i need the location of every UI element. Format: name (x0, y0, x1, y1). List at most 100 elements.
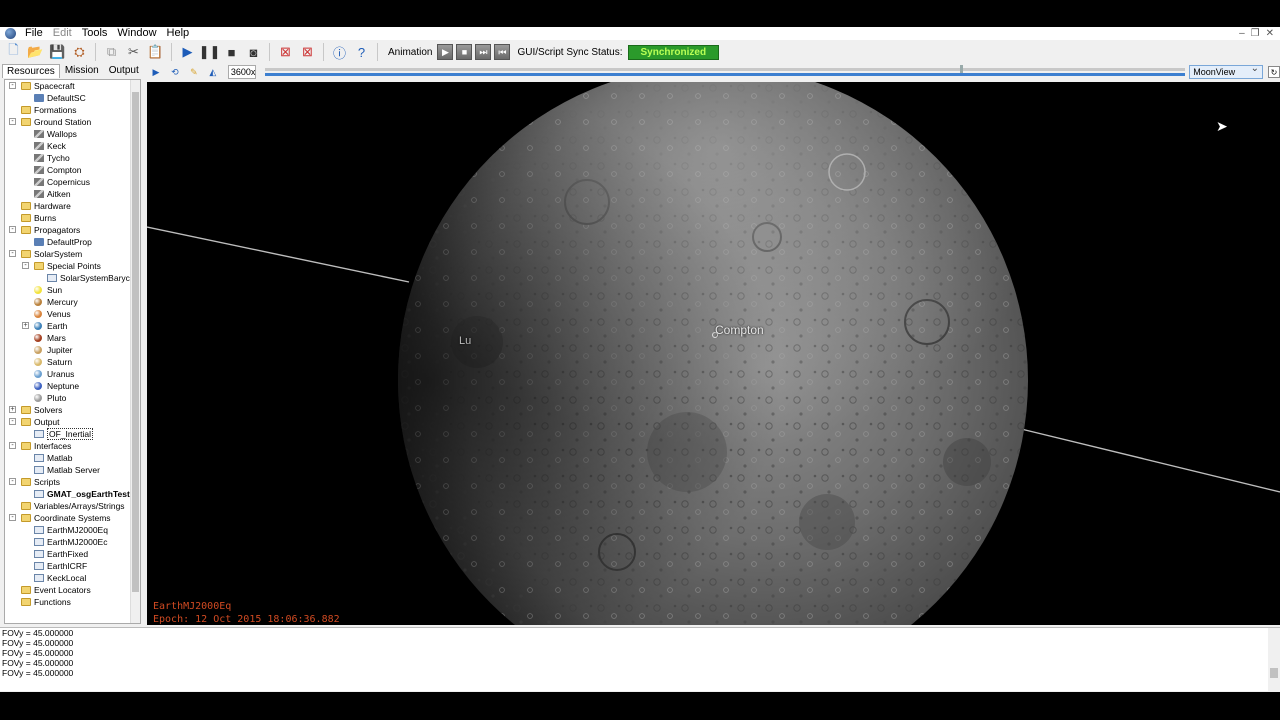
tree-item-interfaces[interactable]: - Interfaces (5, 440, 140, 452)
tree-item-event-locators[interactable]: Event Locators (5, 584, 140, 596)
collapse-icon[interactable]: - (9, 118, 16, 125)
collapse-icon[interactable]: - (9, 478, 16, 485)
tab-mission[interactable]: Mission (60, 63, 104, 78)
tree-vertical-scrollbar[interactable] (130, 80, 140, 623)
tab-output[interactable]: Output (104, 63, 144, 78)
copy-icon[interactable]: ⧉ (102, 43, 121, 62)
tree-item-neptune[interactable]: Neptune (5, 380, 140, 392)
orbit-view-3d[interactable]: Compton Lu EarthMJ2000Eq Epoch: 12 Oct 2… (147, 82, 1280, 625)
minimize-icon[interactable]: – (1239, 28, 1245, 39)
tree-item-uranus[interactable]: Uranus (5, 368, 140, 380)
expand-icon[interactable]: + (22, 322, 29, 329)
play-animation-icon[interactable]: ▶ (148, 65, 164, 79)
open-folder-icon[interactable]: 📂 (26, 43, 45, 62)
animation-speed-input[interactable]: 3600x (227, 65, 256, 79)
tree-item-variables-arrays-strings[interactable]: Variables/Arrays/Strings (5, 500, 140, 512)
tree-item-matlab-server[interactable]: Matlab Server (5, 464, 140, 476)
stop-icon[interactable]: ■ (222, 43, 241, 62)
loop-icon[interactable]: ⟲ (167, 65, 183, 79)
animation-play-icon[interactable]: ▶ (437, 44, 454, 60)
paste-icon[interactable]: 📋 (146, 43, 165, 62)
tree-item-formations[interactable]: Formations (5, 104, 140, 116)
tree-item-solarsystembarycen[interactable]: SolarSystemBarycen (5, 272, 140, 284)
menu-edit[interactable]: Edit (48, 27, 77, 40)
tree-item-coordinate-systems[interactable]: - Coordinate Systems (5, 512, 140, 524)
output-scrollbar[interactable] (1268, 628, 1280, 692)
animation-time-slider[interactable] (264, 65, 1185, 79)
close-output-windows-icon[interactable]: ⊠ (298, 43, 317, 62)
collapse-icon[interactable]: - (9, 82, 16, 89)
collapse-icon[interactable]: - (9, 442, 16, 449)
collapse-icon[interactable]: - (9, 514, 16, 521)
tree-item-pluto[interactable]: Pluto (5, 392, 140, 404)
tree-item-mercury[interactable]: Mercury (5, 296, 140, 308)
gmat-app-icon[interactable] (5, 28, 16, 39)
collapse-icon[interactable]: - (22, 262, 29, 269)
restore-icon[interactable]: ❐ (1251, 28, 1260, 39)
tree-item-aitken[interactable]: Aitken (5, 188, 140, 200)
tree-item-compton[interactable]: Compton (5, 164, 140, 176)
view-options-icon[interactable]: ◭ (205, 65, 221, 79)
tree-item-burns[interactable]: Burns (5, 212, 140, 224)
tree-item-solarsystem[interactable]: - SolarSystem (5, 248, 140, 260)
tree-item-earthmj2000eq[interactable]: EarthMJ2000Eq (5, 524, 140, 536)
tree-item-wallops[interactable]: Wallops (5, 128, 140, 140)
help-icon[interactable]: ? (352, 43, 371, 62)
close-all-windows-icon[interactable]: ⊠ (276, 43, 295, 62)
screenshot-icon[interactable]: ◙ (244, 43, 263, 62)
menu-file[interactable]: File (20, 27, 48, 40)
tree-item-hardware[interactable]: Hardware (5, 200, 140, 212)
tree-item-mars[interactable]: Mars (5, 332, 140, 344)
tree-item-spacecraft[interactable]: - Spacecraft (5, 80, 140, 92)
animation-fast-forward-icon[interactable]: ⏭ (475, 44, 492, 60)
tree-item-keck[interactable]: Keck (5, 140, 140, 152)
tree-item-special-points[interactable]: - Special Points (5, 260, 140, 272)
animation-rewind-icon[interactable]: ⏮ (494, 44, 511, 60)
animation-stop-icon[interactable]: ■ (456, 44, 473, 60)
tree-item-jupiter[interactable]: Jupiter (5, 344, 140, 356)
expand-icon[interactable]: + (9, 406, 16, 413)
menu-tools[interactable]: Tools (77, 27, 113, 40)
tree-item-gmat-osgearthtest-sc[interactable]: GMAT_osgEarthTest.sc (5, 488, 140, 500)
tree-item-defaultsc[interactable]: DefaultSC (5, 92, 140, 104)
scrollbar-thumb[interactable] (132, 92, 139, 592)
scrollbar-thumb[interactable] (1270, 668, 1278, 678)
view-select-dropdown[interactable]: MoonView (1189, 63, 1264, 79)
close-icon[interactable]: ✕ (1266, 28, 1274, 39)
tree-item-saturn[interactable]: Saturn (5, 356, 140, 368)
tree-item-propagators[interactable]: - Propagators (5, 224, 140, 236)
tree-item-earthicrf[interactable]: EarthICRF (5, 560, 140, 572)
new-script-icon[interactable]: 🗋 (4, 42, 23, 62)
tree-item-earthfixed[interactable]: EarthFixed (5, 548, 140, 560)
tree-item-earthmj2000ec[interactable]: EarthMJ2000Ec (5, 536, 140, 548)
save-as-icon[interactable]: ⛭ (70, 43, 89, 62)
tree-item-defaultprop[interactable]: DefaultProp (5, 236, 140, 248)
save-icon[interactable]: 💾 (48, 43, 67, 62)
collapse-icon[interactable]: - (9, 226, 16, 233)
tree-item-solvers[interactable]: + Solvers (5, 404, 140, 416)
run-icon[interactable]: ▶ (178, 43, 197, 62)
tree-item-tycho[interactable]: Tycho (5, 152, 140, 164)
tree-item-kecklocal[interactable]: KeckLocal (5, 572, 140, 584)
tab-resources[interactable]: Resources (2, 64, 60, 78)
tree-item-scripts[interactable]: - Scripts (5, 476, 140, 488)
tree-item-venus[interactable]: Venus (5, 308, 140, 320)
tree-item-matlab[interactable]: Matlab (5, 452, 140, 464)
tree-item-copernicus[interactable]: Copernicus (5, 176, 140, 188)
collapse-icon[interactable]: - (9, 418, 16, 425)
tree-item-earth[interactable]: + Earth (5, 320, 140, 332)
tree-item-of-inertial[interactable]: OF_Inertial (5, 428, 140, 440)
menu-window[interactable]: Window (112, 27, 161, 40)
tree-item-output[interactable]: - Output (5, 416, 140, 428)
slider-thumb[interactable] (959, 65, 963, 73)
info-icon[interactable]: ⓘ (330, 43, 349, 62)
cut-icon[interactable]: ✂ (124, 43, 143, 62)
collapse-icon[interactable]: - (9, 250, 16, 257)
message-output-panel[interactable]: FOVy = 45.000000 FOVy = 45.000000 FOVy = 4… (0, 627, 1280, 692)
tree-item-sun[interactable]: Sun (5, 284, 140, 296)
menu-help[interactable]: Help (162, 27, 195, 40)
tree-item-functions[interactable]: Functions (5, 596, 140, 608)
tree-item-ground-station[interactable]: - Ground Station (5, 116, 140, 128)
brush-icon[interactable]: ✎ (186, 65, 202, 79)
refresh-view-icon[interactable]: ↻ (1268, 66, 1280, 78)
